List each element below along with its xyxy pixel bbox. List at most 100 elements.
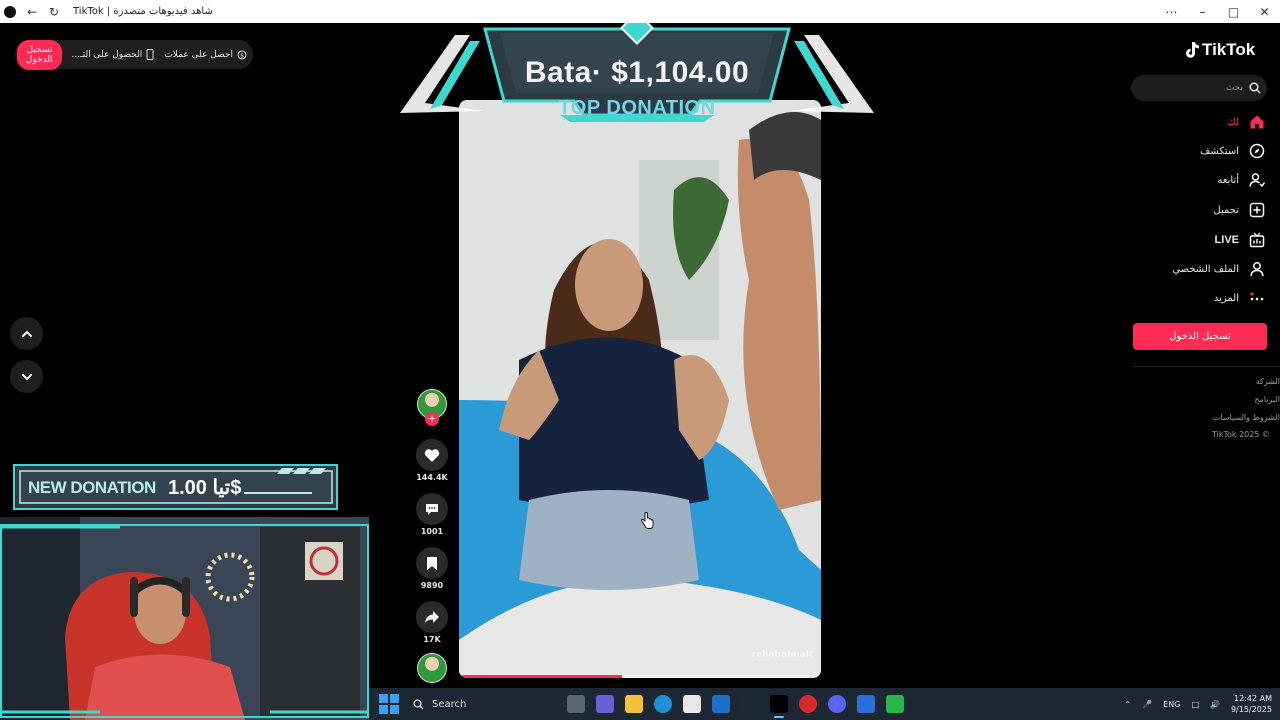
chevron-down-icon bbox=[21, 373, 32, 380]
new-donation-amount: تيا 1.00$ bbox=[168, 477, 242, 499]
app-icon bbox=[4, 5, 16, 18]
network-icon[interactable]: □ bbox=[1191, 700, 1199, 709]
video-progress-bar[interactable] bbox=[459, 675, 622, 678]
comment-button[interactable] bbox=[416, 493, 448, 525]
sidebar-item-profile[interactable]: الملف الشخصي bbox=[1172, 259, 1265, 279]
top-donation-amount: Bata· $1,104.00 bbox=[524, 56, 750, 89]
next-video-button[interactable] bbox=[10, 360, 43, 393]
coin-icon: $ bbox=[237, 50, 247, 59]
outlook-icon[interactable] bbox=[712, 695, 730, 713]
comment-icon bbox=[426, 504, 438, 515]
microphone-icon[interactable]: 🎤 bbox=[1142, 700, 1152, 709]
tiktok-wordmark: TikTok bbox=[1202, 40, 1256, 59]
minimize-icon[interactable]: – bbox=[1187, 5, 1218, 19]
sidebar-item-label: الملف الشخصي bbox=[1172, 263, 1239, 275]
video-player[interactable]: rehabalmalt bbox=[459, 100, 821, 678]
discord-icon[interactable] bbox=[828, 695, 846, 713]
search-icon bbox=[413, 698, 424, 709]
upload-icon bbox=[1249, 202, 1265, 218]
heart-icon bbox=[424, 448, 440, 462]
video-watermark: rehabalmalt bbox=[751, 650, 813, 660]
share-icon bbox=[425, 611, 439, 623]
sidebar-login-button[interactable]: تسجيل الدخول bbox=[1133, 323, 1267, 350]
share-button[interactable] bbox=[416, 601, 448, 633]
new-donation-label: NEW DONATION bbox=[28, 478, 156, 497]
sidebar-item-label: أتابعه bbox=[1217, 174, 1239, 186]
window-controls: ⋯ – □ ✕ bbox=[1156, 5, 1280, 19]
previous-video-button[interactable] bbox=[10, 317, 43, 350]
creator-avatar[interactable]: + bbox=[417, 389, 447, 426]
get-app-button[interactable]: الحصول على التـ... bbox=[72, 49, 155, 60]
steam-icon[interactable] bbox=[741, 695, 759, 713]
volume-icon[interactable]: 🔊 bbox=[1210, 700, 1220, 709]
like-count: 144.4K bbox=[416, 473, 448, 482]
taskbar-search-label: Search bbox=[432, 698, 467, 710]
security-icon[interactable] bbox=[857, 695, 875, 713]
phone-icon bbox=[146, 49, 154, 60]
new-donation-overlay: NEW DONATION تيا 1.00$ bbox=[12, 463, 339, 511]
clock-date: 9/15/2025 bbox=[1230, 705, 1272, 714]
footer-link-program[interactable]: البرنامج bbox=[1254, 395, 1280, 404]
widgets-icon[interactable] bbox=[596, 695, 614, 713]
edge-browser-icon[interactable] bbox=[654, 695, 672, 713]
sound-avatar[interactable] bbox=[417, 653, 447, 683]
get-coins-button[interactable]: $ احصل على عملات bbox=[164, 50, 247, 60]
tray-overflow-icon[interactable]: ⌃ bbox=[1125, 700, 1132, 709]
sidebar-item-live[interactable]: LIVE bbox=[1215, 230, 1265, 250]
sidebar-item-explore[interactable]: استكشف bbox=[1200, 141, 1265, 161]
hand-cursor-icon bbox=[641, 512, 654, 529]
streaming-app-icon[interactable] bbox=[886, 695, 904, 713]
system-clock[interactable]: 12:42 AM 9/15/2025 bbox=[1231, 693, 1272, 715]
search-placeholder: بحث bbox=[1225, 83, 1243, 93]
clock-time: 12:42 AM bbox=[1234, 694, 1272, 703]
close-icon[interactable]: ✕ bbox=[1249, 5, 1280, 19]
language-indicator[interactable]: ENG bbox=[1163, 700, 1180, 709]
save-count: 9890 bbox=[420, 581, 444, 590]
window-title: TikTok | شاهد فيديوهات متصدرة bbox=[73, 6, 213, 17]
search-icon[interactable] bbox=[1249, 82, 1261, 94]
sidebar-item-following[interactable]: أتابعه bbox=[1217, 170, 1265, 190]
get-app-label: الحصول على التـ... bbox=[71, 49, 143, 60]
share-count: 17K bbox=[423, 635, 441, 644]
sidebar-divider bbox=[1133, 366, 1280, 367]
more-icon bbox=[1249, 290, 1265, 306]
maximize-icon[interactable]: □ bbox=[1218, 5, 1249, 19]
tiktok-app-icon[interactable] bbox=[770, 695, 788, 718]
chevron-up-icon bbox=[21, 330, 32, 337]
sidebar-item-upload[interactable]: تحميل bbox=[1213, 200, 1265, 220]
top-actions-pill: $ احصل على عملات الحصول على التـ... تسجي… bbox=[15, 39, 253, 70]
footer-link-company[interactable]: الشركة bbox=[1256, 377, 1280, 386]
get-coins-label: احصل على عملات bbox=[164, 49, 233, 60]
tiktok-logo[interactable]: TikTok bbox=[1184, 40, 1255, 60]
store-icon[interactable] bbox=[683, 695, 701, 713]
back-icon[interactable]: ← bbox=[21, 0, 43, 23]
bookmark-icon bbox=[427, 556, 437, 570]
footer-copyright: TikTok 2025 © bbox=[1212, 430, 1270, 439]
file-explorer-icon[interactable] bbox=[625, 695, 643, 713]
video-frame bbox=[459, 100, 821, 678]
sidebar-item-for-you[interactable]: لك bbox=[1228, 112, 1265, 132]
top-login-button[interactable]: تسجيل الدخول bbox=[16, 39, 62, 70]
compass-icon bbox=[1249, 143, 1265, 159]
reload-icon[interactable]: ↻ bbox=[43, 0, 65, 23]
streamer-webcam bbox=[0, 517, 369, 720]
search-input[interactable]: بحث bbox=[1131, 75, 1267, 101]
sidebar-item-label: تحميل bbox=[1213, 204, 1239, 216]
top-donation-banner: Bata· $1,104.00 TOP DONATION bbox=[400, 23, 874, 123]
opera-icon[interactable] bbox=[799, 695, 817, 713]
screen: ← ↻ TikTok | شاهد فيديوهات متصدرة ⋯ – □ … bbox=[0, 0, 1280, 720]
follow-plus-icon[interactable]: + bbox=[425, 412, 439, 426]
windows-start-icon[interactable] bbox=[379, 694, 399, 714]
system-tray: ⌃ 🎤 ENG □ 🔊 12:42 AM 9/15/2025 bbox=[1125, 693, 1272, 715]
like-button[interactable] bbox=[416, 439, 448, 471]
save-button[interactable] bbox=[416, 547, 448, 579]
menu-dots-icon[interactable]: ⋯ bbox=[1156, 5, 1187, 19]
taskbar-search[interactable]: Search bbox=[413, 691, 553, 717]
top-donation-caption: TOP DONATION bbox=[558, 97, 716, 119]
profile-icon bbox=[1249, 261, 1265, 277]
footer-link-terms[interactable]: الشروط والسياسات bbox=[1213, 413, 1280, 422]
live-icon bbox=[1249, 232, 1265, 248]
task-view-icon[interactable] bbox=[567, 695, 585, 713]
sidebar-item-more[interactable]: المزيد bbox=[1214, 288, 1265, 308]
sidebar-item-label: لك bbox=[1227, 116, 1239, 128]
